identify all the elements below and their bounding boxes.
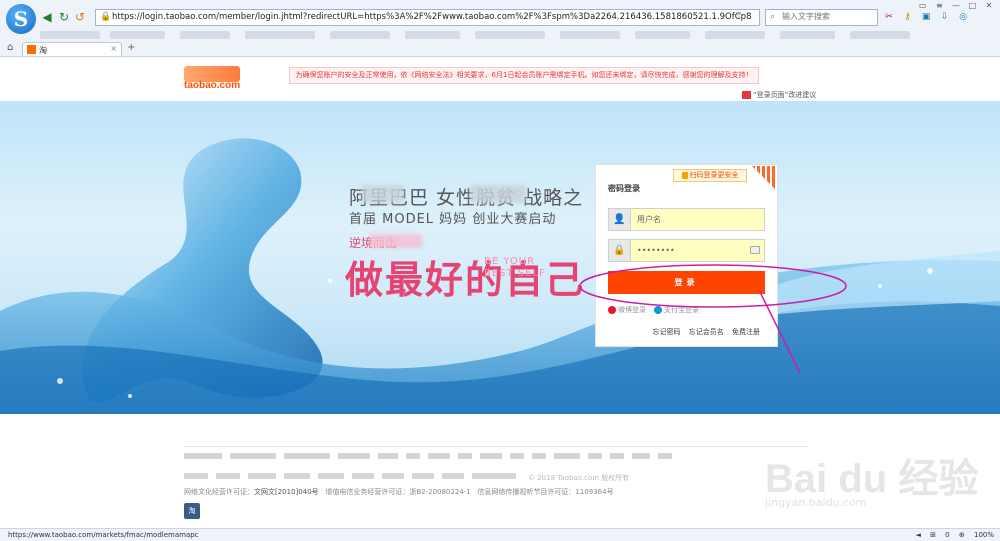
- minimize-icon[interactable]: —: [949, 1, 963, 10]
- login-button[interactable]: 登录: [608, 271, 765, 294]
- status-item[interactable]: ◄: [915, 531, 920, 539]
- window-controls: ▭ ≡ — □ ✕: [916, 1, 996, 10]
- close-icon[interactable]: ✕: [982, 1, 996, 10]
- maximize-icon[interactable]: □: [965, 1, 979, 10]
- skin-icon[interactable]: ▭: [916, 1, 930, 10]
- tab-title: 淘: [39, 46, 47, 55]
- browser-search-input[interactable]: [782, 12, 872, 21]
- refresh-icon[interactable]: ↻: [57, 10, 71, 24]
- browser-chrome: S ◀ ↻ ↺ 🔒 https://login.taobao.com/membe…: [0, 0, 1000, 57]
- weibo-icon[interactable]: [608, 306, 616, 314]
- blur-mask: [362, 185, 404, 203]
- address-bar[interactable]: 🔒 https://login.taobao.com/member/login.…: [95, 9, 760, 26]
- status-url: https://www.taobao.com/markets/fmac/modl…: [8, 531, 199, 539]
- extension-icon[interactable]: ▣: [919, 10, 933, 24]
- bookmarks-bar: [40, 29, 1000, 41]
- new-tab-icon[interactable]: +: [127, 42, 135, 53]
- home-icon[interactable]: ⌂: [7, 42, 13, 53]
- undo-icon[interactable]: ↺: [73, 10, 87, 24]
- baidu-jingyan-watermark: Bai du 经验 jingyan.baidu.com: [765, 436, 995, 518]
- banner-slogan: 做最好的自己: [345, 258, 586, 302]
- copyright-text: © 2018 Taobao.com 版权所有: [528, 474, 630, 482]
- login-panel: 扫码登录更安全 密码登录 👤 🔒 登录 微博登录 支付宝登录 忘记密码 忘记会员名…: [595, 164, 778, 347]
- login-title: 密码登录: [608, 184, 640, 193]
- tools-icon[interactable]: ✂: [882, 10, 896, 24]
- license1-value[interactable]: 文网文[2010]040号: [254, 488, 319, 496]
- status-right: ◄ ⊞ 0 ⊕ 100%: [908, 531, 994, 539]
- qr-code-icon[interactable]: [752, 166, 776, 190]
- tab-row: ⌂ 淘 × +: [0, 42, 1000, 57]
- license1-label: 网络文化经营许可证：: [184, 488, 254, 496]
- feedback-icon: [742, 91, 751, 99]
- status-item[interactable]: 0: [945, 531, 949, 539]
- footer-links-row1: [184, 453, 684, 461]
- search-icon: ⌕: [770, 12, 776, 22]
- url-text[interactable]: https://login.taobao.com/member/login.jh…: [112, 12, 751, 22]
- qr-login-tip-text: 扫码登录更安全: [689, 171, 739, 179]
- status-item[interactable]: ⊞: [930, 531, 936, 539]
- password-field[interactable]: 🔒: [608, 239, 765, 262]
- forgot-password-link[interactable]: 忘记密码: [653, 328, 681, 336]
- zoom-level[interactable]: 100%: [974, 531, 994, 539]
- footer-divider: [184, 446, 809, 447]
- account-field[interactable]: 👤: [608, 208, 765, 231]
- register-link[interactable]: 免费注册: [732, 328, 760, 336]
- tab-close-icon[interactable]: ×: [110, 44, 117, 53]
- alipay-login-link[interactable]: 支付宝登录: [664, 306, 699, 314]
- qr-login-tip[interactable]: 扫码登录更安全: [673, 169, 747, 182]
- security-notice: 为确保您账户的安全及正常使用，依《网络安全法》相关要求，6月1日起会员账户需绑定…: [289, 67, 759, 84]
- forgot-username-link[interactable]: 忘记会员名: [689, 328, 724, 336]
- weibo-login-link[interactable]: 微博登录: [618, 306, 646, 314]
- feedback-text: “登录页面”改进建议: [753, 91, 817, 99]
- browser-search-box[interactable]: ⌕: [765, 9, 878, 26]
- account-input[interactable]: [637, 213, 757, 226]
- globe-icon[interactable]: ◎: [956, 10, 970, 24]
- taobao-favicon-icon: [27, 45, 36, 54]
- hero-banner: 阿里巴巴 女性脱贫 战略之 首届 MODEL 妈妈 创业大赛启动 逆境而出 做最…: [0, 101, 1000, 414]
- feedback-link[interactable]: “登录页面”改进建议: [742, 90, 816, 100]
- user-icon: 👤: [609, 209, 631, 230]
- trust-badge-icon[interactable]: 淘: [184, 503, 200, 519]
- taobao-logo-text: taobao.com: [184, 80, 241, 91]
- shield-icon: [681, 171, 688, 179]
- download-icon[interactable]: ⇩: [938, 10, 952, 24]
- back-icon[interactable]: ◀: [40, 10, 54, 24]
- taobao-logo[interactable]: taobao.com: [184, 66, 242, 92]
- license3[interactable]: 信息网络传播视听节目许可证：1109364号: [477, 488, 613, 496]
- alipay-icon[interactable]: [654, 306, 662, 314]
- banner-english-line1: BE YOUR: [484, 256, 536, 267]
- status-item[interactable]: ⊕: [959, 531, 965, 539]
- lock-icon: 🔒: [609, 240, 631, 261]
- banner-english: BE YOUR BEST SELF: [484, 256, 546, 280]
- alt-login-row: 微博登录 支付宝登录: [608, 305, 765, 317]
- password-input[interactable]: [637, 244, 757, 257]
- watermark-url: jingyan.baidu.com: [765, 496, 867, 509]
- toolbar-icons: ✂ ⚷ ▣ ⇩ ◎: [882, 10, 972, 24]
- status-bar: https://www.taobao.com/markets/fmac/modl…: [0, 528, 1000, 541]
- keyboard-icon[interactable]: [750, 246, 760, 254]
- license2[interactable]: 增值电信业务经营许可证：浙B2-20080224-1: [325, 488, 470, 496]
- license-info: 网络文化经营许可证：文网文[2010]040号 增值电信业务经营许可证：浙B2-…: [184, 487, 614, 497]
- browser-tab[interactable]: 淘 ×: [22, 42, 122, 56]
- bookmark-star-icon[interactable]: ☆: [736, 11, 745, 22]
- banner-subheadline: 首届 MODEL 妈妈 创业大赛启动: [349, 212, 557, 227]
- blur-mask: [370, 234, 422, 248]
- key-icon[interactable]: ⚷: [901, 10, 915, 24]
- menu-icon[interactable]: ≡: [932, 1, 946, 10]
- blur-mask: [470, 185, 526, 203]
- secure-lock-icon: 🔒: [100, 12, 112, 22]
- browser-logo-icon[interactable]: S: [6, 4, 36, 34]
- login-links: 忘记密码 忘记会员名 免费注册: [647, 327, 760, 337]
- banner-english-line2: BEST SELF: [484, 268, 546, 279]
